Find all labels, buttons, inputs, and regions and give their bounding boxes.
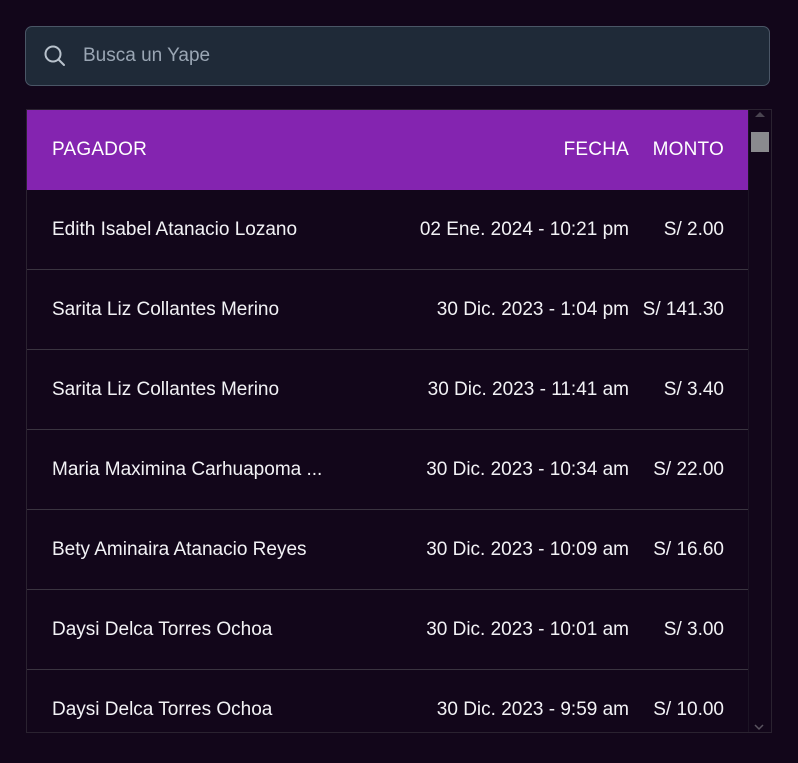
table-header: PAGADOR FECHA MONTO	[27, 110, 749, 190]
scroll-up-arrow-icon[interactable]	[755, 112, 765, 117]
payer-cell: Daysi Delca Torres Ochoa	[52, 698, 273, 720]
header-payer: PAGADOR	[52, 139, 148, 160]
payer-cell: Daysi Delca Torres Ochoa	[52, 618, 273, 640]
payer-cell: Sarita Liz Collantes Merino	[52, 378, 280, 400]
table-row[interactable]: Sarita Liz Collantes Merino 30 Dic. 2023…	[27, 270, 749, 350]
chevron-down-icon[interactable]	[754, 718, 764, 731]
header-date: FECHA	[563, 139, 629, 160]
search-icon	[43, 44, 67, 68]
payments-table: PAGADOR FECHA MONTO Edith Isabel Atanaci…	[26, 109, 772, 733]
table-row[interactable]: Maria Maximina Carhuapoma ... 30 Dic. 20…	[27, 430, 749, 510]
date-cell: 30 Dic. 2023 - 9:59 am	[436, 698, 629, 720]
payer-cell: Bety Aminaira Atanacio Reyes	[52, 538, 307, 560]
amount-cell: S/ 2.00	[663, 218, 724, 240]
table-viewport: PAGADOR FECHA MONTO Edith Isabel Atanaci…	[27, 110, 749, 732]
date-cell: 30 Dic. 2023 - 11:41 am	[427, 378, 629, 400]
table-row[interactable]: Daysi Delca Torres Ochoa 30 Dic. 2023 - …	[27, 670, 749, 732]
payer-cell: Maria Maximina Carhuapoma ...	[52, 458, 323, 480]
amount-cell: S/ 3.00	[663, 618, 724, 640]
date-cell: 02 Ene. 2024 - 10:21 pm	[419, 218, 629, 240]
payer-cell: Edith Isabel Atanacio Lozano	[52, 218, 298, 240]
header-amount: MONTO	[652, 139, 724, 160]
table-row[interactable]: Daysi Delca Torres Ochoa 30 Dic. 2023 - …	[27, 590, 749, 670]
scroll-thumb[interactable]	[751, 132, 769, 152]
search-box[interactable]	[25, 26, 770, 86]
table-row[interactable]: Bety Aminaira Atanacio Reyes 30 Dic. 202…	[27, 510, 749, 590]
payer-cell: Sarita Liz Collantes Merino	[52, 298, 280, 320]
date-cell: 30 Dic. 2023 - 1:04 pm	[436, 298, 629, 320]
table-row[interactable]: Sarita Liz Collantes Merino 30 Dic. 2023…	[27, 350, 749, 430]
scrollbar[interactable]	[748, 110, 771, 732]
search-input[interactable]	[81, 26, 769, 86]
amount-cell: S/ 3.40	[663, 378, 724, 400]
date-cell: 30 Dic. 2023 - 10:01 am	[426, 618, 629, 640]
amount-cell: S/ 16.60	[653, 538, 724, 560]
date-cell: 30 Dic. 2023 - 10:34 am	[426, 458, 629, 480]
date-cell: 30 Dic. 2023 - 10:09 am	[426, 538, 629, 560]
amount-cell: S/ 141.30	[642, 298, 724, 320]
amount-cell: S/ 22.00	[653, 458, 724, 480]
amount-cell: S/ 10.00	[653, 698, 724, 720]
page: PAGADOR FECHA MONTO Edith Isabel Atanaci…	[0, 0, 798, 763]
table-row[interactable]: Edith Isabel Atanacio Lozano 02 Ene. 202…	[27, 190, 749, 270]
